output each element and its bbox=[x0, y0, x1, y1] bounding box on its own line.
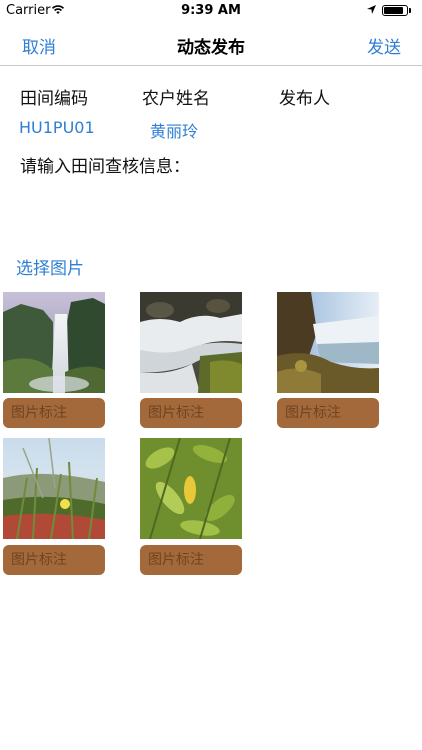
photo-thumbnail[interactable] bbox=[140, 292, 242, 393]
farmer-name-value: 黄丽玲 bbox=[150, 122, 199, 141]
location-arrow-icon bbox=[366, 4, 377, 19]
send-button[interactable]: 发送 bbox=[367, 33, 401, 58]
nav-bar: 取消 动态发布 发送 bbox=[0, 22, 422, 66]
clock: 9:39 AM bbox=[181, 3, 241, 18]
photo-caption-input[interactable] bbox=[140, 545, 242, 575]
photo-caption-input[interactable] bbox=[140, 398, 242, 428]
photo-caption-input[interactable] bbox=[277, 398, 379, 428]
select-photos-button[interactable]: 选择图片 bbox=[16, 254, 84, 279]
page-title: 动态发布 bbox=[177, 38, 245, 58]
photo-thumbnail[interactable] bbox=[3, 438, 105, 539]
farmer-name-label: 农户姓名 bbox=[142, 89, 210, 109]
field-code-value: HU1PU01 bbox=[19, 118, 95, 137]
battery-cap bbox=[409, 8, 411, 13]
battery-icon bbox=[382, 5, 408, 16]
publisher-label: 发布人 bbox=[279, 89, 330, 109]
photo-caption-input[interactable] bbox=[3, 545, 105, 575]
field-code-label: 田间编码 bbox=[20, 89, 88, 109]
photo-thumbnail[interactable] bbox=[140, 438, 242, 539]
photo-caption-input[interactable] bbox=[3, 398, 105, 428]
photo-thumbnail[interactable] bbox=[277, 292, 379, 393]
check-info-prompt[interactable]: 请输入田间查核信息： bbox=[20, 152, 190, 177]
photo-thumbnail[interactable] bbox=[3, 292, 105, 393]
screen: Carrier 9:39 AM 取消 动态发布 发送 田间编码 农户姓名 发布人… bbox=[0, 0, 422, 750]
battery-fill bbox=[384, 7, 403, 14]
status-bar: Carrier 9:39 AM bbox=[0, 0, 422, 22]
